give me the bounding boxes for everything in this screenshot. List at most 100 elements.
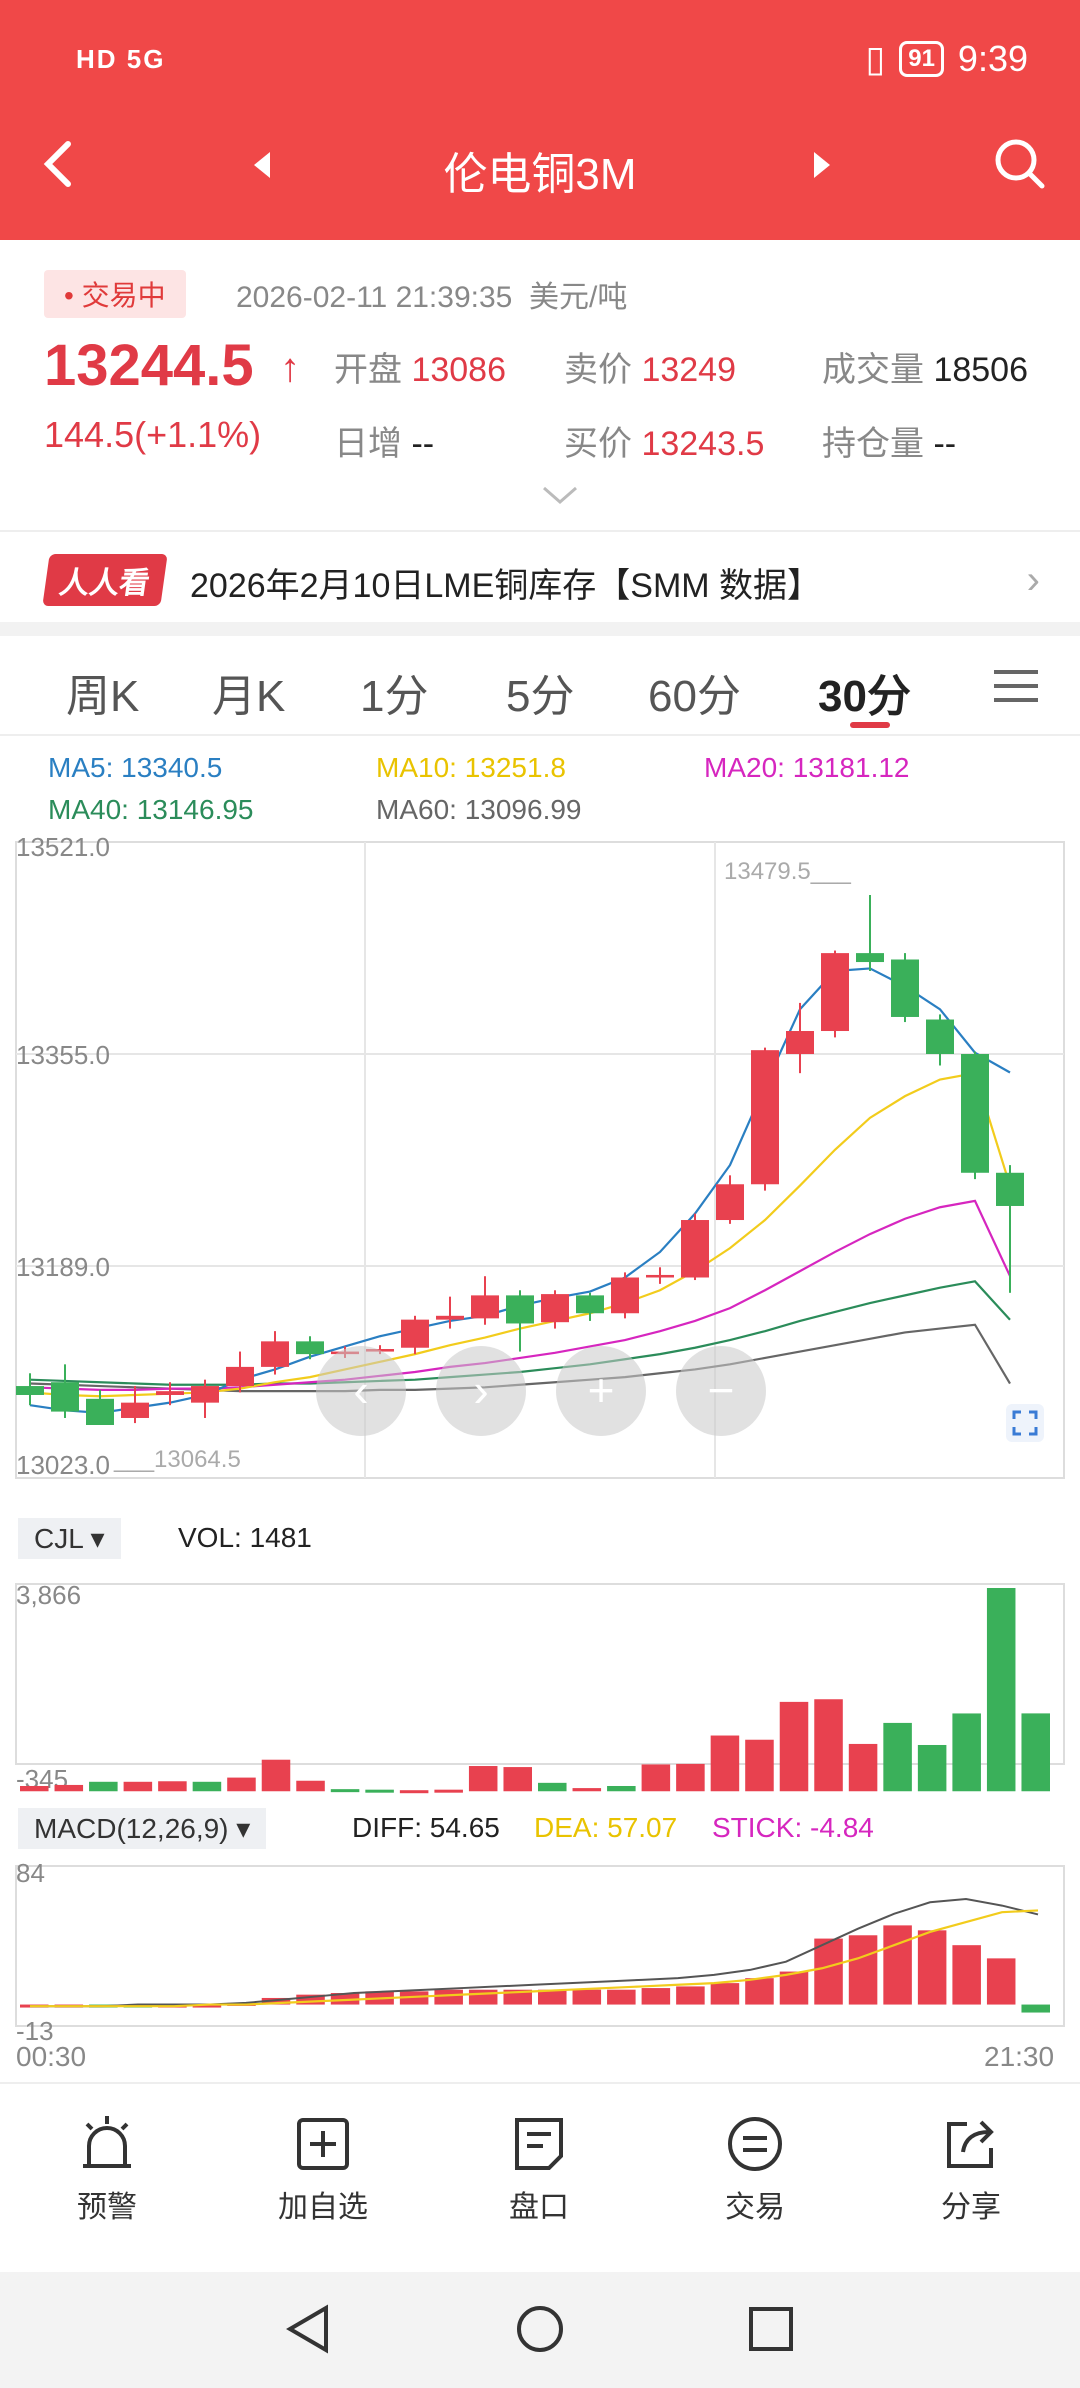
- kline-y-tick: 13355.0: [16, 1040, 110, 1070]
- tab-weekly[interactable]: 周K: [66, 660, 139, 724]
- kline-chart[interactable]: 13521.0 13355.0 13189.0 13023.0 13479.5___ __…: [0, 820, 1080, 2082]
- candle-body: [611, 1277, 639, 1314]
- trade-button[interactable]: 交易: [690, 2114, 820, 2226]
- volume-bar: [296, 1780, 325, 1792]
- volume-bar: [20, 1785, 49, 1792]
- divider: [0, 622, 1080, 636]
- active-tab-indicator: [850, 722, 890, 728]
- candle-body: [296, 1341, 324, 1355]
- macd-stick: [917, 1930, 947, 2005]
- price-change: 144.5(+1.1%): [44, 414, 262, 455]
- volume-bar: [952, 1713, 981, 1792]
- period-tabs: 周K 月K 1分 5分 60分 30分: [0, 636, 1080, 736]
- expand-chevron-icon[interactable]: [540, 484, 580, 508]
- volume-bar: [123, 1781, 153, 1792]
- volume-indicator-select[interactable]: CJL ▾: [18, 1518, 121, 1559]
- volume-bar: [468, 1766, 498, 1792]
- volume-bar: [1021, 1713, 1050, 1792]
- tab-5min[interactable]: 5分: [506, 660, 574, 724]
- candle-body: [961, 1054, 989, 1173]
- zoom-in-button[interactable]: +: [556, 1346, 646, 1436]
- macd-stick: [572, 1989, 602, 2005]
- add-watchlist-button[interactable]: 加自选: [258, 2114, 388, 2226]
- candle-body: [191, 1386, 219, 1403]
- candle-body: [576, 1295, 604, 1314]
- menu-icon[interactable]: [994, 668, 1038, 704]
- sell-field: 卖价 13249: [564, 351, 736, 389]
- bottom-toolbar: 预警 加自选 盘口 交易 分享: [0, 2082, 1080, 2272]
- volume-field: 成交量 18506: [822, 351, 1028, 389]
- document-icon: [515, 2118, 563, 2170]
- kline-y-tick: 13521.0: [16, 832, 110, 862]
- scroll-right-button[interactable]: ›: [436, 1346, 526, 1436]
- status-badge: • 交易中: [44, 270, 186, 318]
- up-arrow-icon: ↑: [280, 346, 300, 390]
- volume-bar: [917, 1744, 947, 1792]
- quote-panel: • 交易中 2026-02-11 21:39:35 美元/吨 13244.5 ↑…: [0, 240, 1080, 530]
- macd-stick: [434, 1989, 463, 2005]
- volume-bar: [779, 1701, 809, 1792]
- search-icon[interactable]: [990, 134, 1050, 194]
- volume-bar: [538, 1782, 567, 1792]
- macd-stick: [883, 1925, 912, 2005]
- chevron-right-icon: ›: [1026, 558, 1040, 602]
- volume-indicator-name: CJL: [34, 1523, 83, 1554]
- volume-bar: [158, 1781, 187, 1792]
- stick-value: STICK: -4.84: [712, 1812, 874, 1843]
- macd-stick: [468, 1989, 498, 2005]
- alert-button[interactable]: 预警: [42, 2114, 172, 2226]
- candle-body: [121, 1402, 149, 1418]
- macd-stick: [986, 1958, 1016, 2005]
- next-contract-icon[interactable]: [806, 150, 836, 180]
- fullscreen-icon[interactable]: [1006, 1404, 1044, 1442]
- tab-monthly[interactable]: 月K: [212, 660, 285, 724]
- candle-body: [996, 1172, 1024, 1206]
- news-banner[interactable]: 人人看 2026年2月10日LME铜库存【SMM 数据】 ›: [0, 530, 1080, 622]
- candle-body: [401, 1319, 429, 1348]
- macd-stick: [745, 1978, 774, 2005]
- scroll-left-button[interactable]: ‹: [316, 1346, 406, 1436]
- macd-indicator-select[interactable]: MACD(12,26,9) ▾: [18, 1808, 267, 1849]
- volume-bar: [607, 1785, 636, 1792]
- news-headline[interactable]: 2026年2月10日LME铜库存【SMM 数据】: [190, 558, 821, 607]
- volume-y-tick: 3,866: [16, 1580, 81, 1610]
- volume-bar: [848, 1743, 878, 1792]
- open-field: 开盘 13086: [334, 351, 506, 389]
- volume-bar: [641, 1764, 671, 1792]
- volume-bar: [261, 1759, 291, 1792]
- nav-home-icon[interactable]: [515, 2304, 565, 2354]
- tab-30min[interactable]: 30分: [818, 660, 911, 724]
- order-book-button[interactable]: 盘口: [474, 2114, 604, 2226]
- dea-value: DEA: 57.07: [534, 1812, 678, 1843]
- daily-increase-field: 日增 --: [334, 425, 435, 463]
- candle-body: [891, 959, 919, 1017]
- max-price-label: 13479.5___: [724, 858, 851, 885]
- candle-body: [16, 1386, 44, 1395]
- candle-body: [751, 1050, 779, 1185]
- volume-bar: [710, 1735, 740, 1792]
- zoom-out-button[interactable]: −: [676, 1346, 766, 1436]
- share-button[interactable]: 分享: [906, 2114, 1036, 2226]
- volume-bar: [54, 1784, 84, 1792]
- candle-body: [786, 1031, 814, 1054]
- trade-icon: [728, 2117, 782, 2171]
- system-nav-bar: [0, 2272, 1080, 2388]
- macd-stick: [641, 1988, 671, 2005]
- vol-value: VOL: 1481: [178, 1522, 312, 1553]
- volume-bar: [365, 1789, 394, 1793]
- kline-y-tick: 13023.0: [16, 1450, 110, 1480]
- nav-back-icon[interactable]: [284, 2304, 334, 2354]
- page-title: 伦电铜3M: [443, 150, 637, 199]
- volume-bar: [814, 1699, 843, 1792]
- nav-recents-icon[interactable]: [746, 2304, 796, 2354]
- ma10-label: MA10: 13251.8: [376, 752, 566, 783]
- status-right: ▯ 91 9:39: [865, 38, 1028, 80]
- tab-60min[interactable]: 60分: [648, 660, 741, 724]
- macd-stick: [676, 1986, 705, 2005]
- volume-bar: [676, 1763, 705, 1792]
- candle-body: [436, 1315, 464, 1320]
- battery-icon: 91: [899, 41, 944, 77]
- open-interest-field: 持仓量 --: [822, 425, 957, 463]
- tab-1min[interactable]: 1分: [360, 660, 428, 724]
- candle-body: [226, 1366, 254, 1387]
